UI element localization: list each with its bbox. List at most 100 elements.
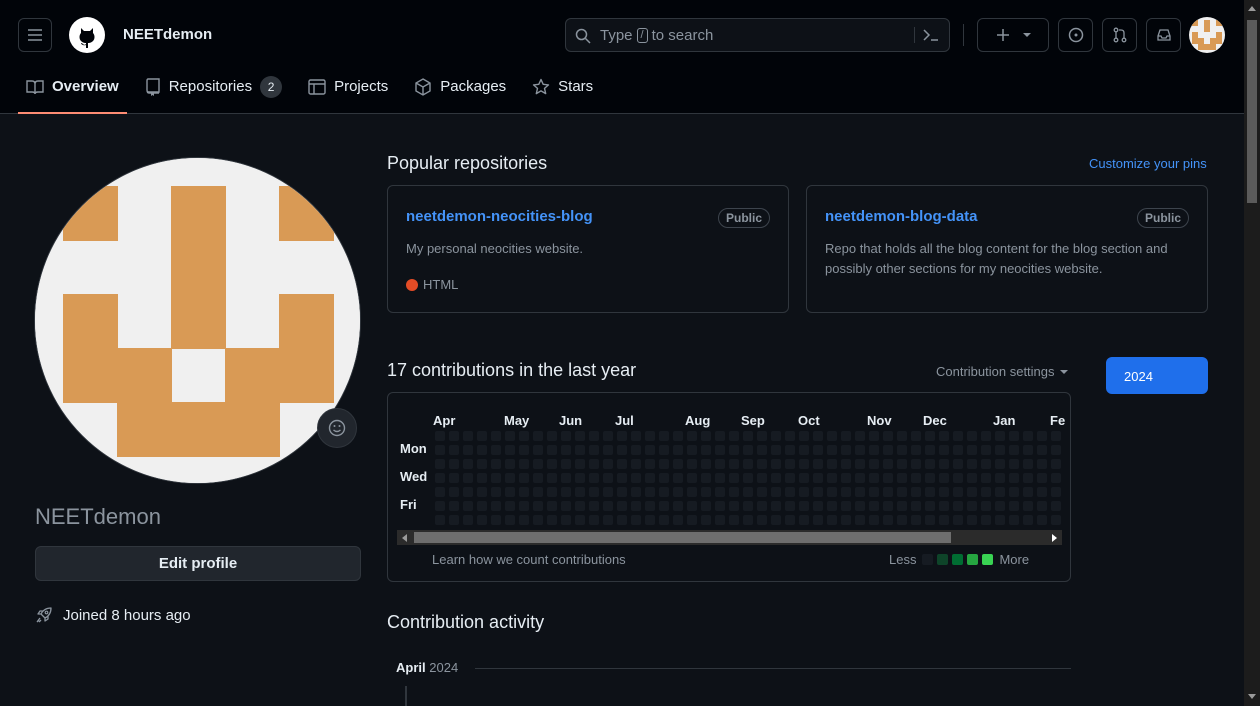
repo-name-link[interactable]: neetdemon-blog-data: [825, 208, 978, 225]
contribution-day-cell[interactable]: [603, 459, 613, 469]
contribution-day-cell[interactable]: [925, 473, 935, 483]
contribution-day-cell[interactable]: [575, 515, 585, 525]
contribution-day-cell[interactable]: [617, 501, 627, 511]
contribution-day-cell[interactable]: [757, 501, 767, 511]
contribution-day-cell[interactable]: [883, 431, 893, 441]
contribution-day-cell[interactable]: [561, 459, 571, 469]
contribution-day-cell[interactable]: [995, 431, 1005, 441]
tab-overview[interactable]: Overview: [18, 70, 127, 114]
contribution-day-cell[interactable]: [981, 473, 991, 483]
contribution-day-cell[interactable]: [575, 473, 585, 483]
contribution-day-cell[interactable]: [939, 501, 949, 511]
contribution-day-cell[interactable]: [477, 515, 487, 525]
issues-button[interactable]: [1058, 18, 1093, 52]
contribution-day-cell[interactable]: [701, 487, 711, 497]
contribution-day-cell[interactable]: [841, 487, 851, 497]
contribution-day-cell[interactable]: [673, 459, 683, 469]
contribution-day-cell[interactable]: [449, 431, 459, 441]
contribution-day-cell[interactable]: [589, 501, 599, 511]
contribution-day-cell[interactable]: [1023, 431, 1033, 441]
contribution-day-cell[interactable]: [757, 473, 767, 483]
contribution-day-cell[interactable]: [757, 459, 767, 469]
contribution-day-cell[interactable]: [715, 459, 725, 469]
contribution-day-cell[interactable]: [925, 487, 935, 497]
contribution-day-cell[interactable]: [855, 445, 865, 455]
contribution-day-cell[interactable]: [491, 431, 501, 441]
contribution-day-cell[interactable]: [547, 501, 557, 511]
contribution-day-cell[interactable]: [729, 459, 739, 469]
contribution-day-cell[interactable]: [715, 445, 725, 455]
contribution-day-cell[interactable]: [995, 501, 1005, 511]
contribution-day-cell[interactable]: [687, 501, 697, 511]
contribution-day-cell[interactable]: [631, 487, 641, 497]
contribution-day-cell[interactable]: [995, 445, 1005, 455]
contribution-day-cell[interactable]: [1037, 487, 1047, 497]
contribution-day-cell[interactable]: [519, 487, 529, 497]
contribution-day-cell[interactable]: [967, 445, 977, 455]
scroll-down-icon[interactable]: [1248, 694, 1256, 699]
contribution-day-cell[interactable]: [995, 487, 1005, 497]
contribution-day-cell[interactable]: [813, 431, 823, 441]
contribution-day-cell[interactable]: [701, 431, 711, 441]
contribution-day-cell[interactable]: [925, 459, 935, 469]
contribution-day-cell[interactable]: [855, 459, 865, 469]
repo-name-link[interactable]: neetdemon-neocities-blog: [406, 208, 593, 225]
contribution-day-cell[interactable]: [841, 501, 851, 511]
set-status-button[interactable]: [317, 408, 357, 448]
contribution-day-cell[interactable]: [799, 487, 809, 497]
contribution-day-cell[interactable]: [827, 487, 837, 497]
contribution-day-cell[interactable]: [575, 459, 585, 469]
contribution-day-cell[interactable]: [981, 445, 991, 455]
contribution-day-cell[interactable]: [561, 487, 571, 497]
contribution-day-cell[interactable]: [799, 515, 809, 525]
contribution-day-cell[interactable]: [491, 445, 501, 455]
contribution-day-cell[interactable]: [687, 459, 697, 469]
tab-projects[interactable]: Projects: [300, 70, 396, 114]
contribution-day-cell[interactable]: [855, 431, 865, 441]
contribution-day-cell[interactable]: [673, 487, 683, 497]
contribution-day-cell[interactable]: [701, 459, 711, 469]
menu-button[interactable]: [18, 18, 52, 52]
graph-scroll-thumb[interactable]: [414, 532, 951, 543]
contribution-day-cell[interactable]: [547, 473, 557, 483]
contribution-day-cell[interactable]: [981, 431, 991, 441]
contribution-day-cell[interactable]: [939, 473, 949, 483]
contribution-day-cell[interactable]: [1009, 445, 1019, 455]
contribution-day-cell[interactable]: [533, 473, 543, 483]
contribution-day-cell[interactable]: [911, 445, 921, 455]
contribution-day-cell[interactable]: [617, 431, 627, 441]
contribution-day-cell[interactable]: [827, 501, 837, 511]
contribution-day-cell[interactable]: [645, 445, 655, 455]
contribution-day-cell[interactable]: [617, 473, 627, 483]
contribution-day-cell[interactable]: [953, 431, 963, 441]
contribution-day-cell[interactable]: [589, 459, 599, 469]
contribution-day-cell[interactable]: [869, 515, 879, 525]
contribution-day-cell[interactable]: [757, 515, 767, 525]
contribution-day-cell[interactable]: [491, 501, 501, 511]
contribution-day-cell[interactable]: [645, 501, 655, 511]
contribution-day-cell[interactable]: [491, 459, 501, 469]
contribution-day-cell[interactable]: [813, 459, 823, 469]
contribution-day-cell[interactable]: [533, 487, 543, 497]
contribution-day-cell[interactable]: [799, 459, 809, 469]
contribution-day-cell[interactable]: [673, 445, 683, 455]
contribution-day-cell[interactable]: [799, 431, 809, 441]
contribution-day-cell[interactable]: [449, 487, 459, 497]
contribution-day-cell[interactable]: [953, 487, 963, 497]
contribution-day-cell[interactable]: [715, 515, 725, 525]
contribution-day-cell[interactable]: [519, 501, 529, 511]
contribution-day-cell[interactable]: [505, 501, 515, 511]
contribution-day-cell[interactable]: [673, 431, 683, 441]
command-palette-icon[interactable]: [922, 27, 940, 43]
contribution-day-cell[interactable]: [771, 431, 781, 441]
contribution-day-cell[interactable]: [743, 501, 753, 511]
contribution-day-cell[interactable]: [603, 487, 613, 497]
contribution-day-cell[interactable]: [1051, 445, 1061, 455]
contribution-day-cell[interactable]: [659, 487, 669, 497]
contribution-day-cell[interactable]: [757, 445, 767, 455]
contribution-day-cell[interactable]: [701, 445, 711, 455]
contribution-day-cell[interactable]: [939, 487, 949, 497]
contribution-day-cell[interactable]: [883, 473, 893, 483]
contribution-day-cell[interactable]: [953, 473, 963, 483]
contribution-day-cell[interactable]: [435, 431, 445, 441]
